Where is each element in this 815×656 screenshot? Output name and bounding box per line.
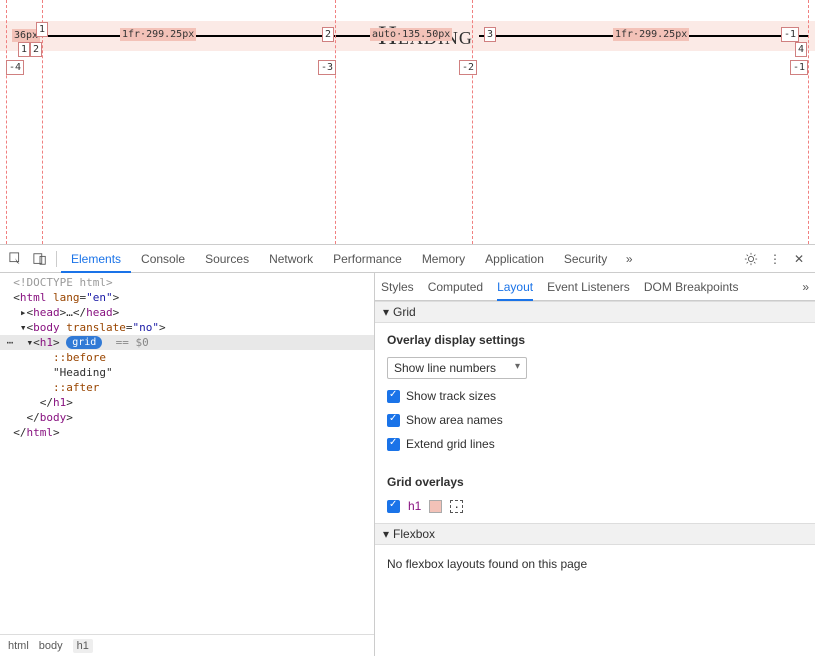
side-tab-styles[interactable]: Styles [381, 273, 414, 301]
breadcrumb-item[interactable]: h1 [73, 639, 93, 653]
dom-selected-row[interactable]: ⋯ ▾<h1> grid == $0 [0, 335, 374, 350]
checkbox-icon [387, 390, 400, 403]
devtools-tabstrip: Elements Console Sources Network Perform… [0, 245, 815, 273]
checkbox-show-area-names[interactable]: Show area names [387, 413, 803, 427]
grid-line-number: -4 [6, 60, 24, 75]
grid-badge[interactable]: grid [66, 336, 102, 349]
breadcrumb-item[interactable]: html [8, 640, 29, 652]
elements-side-pane: Styles Computed Layout Event Listeners D… [375, 273, 815, 656]
grid-line-number: -2 [459, 60, 477, 75]
dom-doctype: <!DOCTYPE html> [13, 276, 112, 289]
dom-tree[interactable]: <!DOCTYPE html> <html lang="en"> ▸<head>… [0, 273, 374, 634]
grid-line-number: 2 [30, 42, 42, 57]
grid-line-number: -1 [781, 27, 799, 42]
grid-line-number: 3 [484, 27, 496, 42]
grid-track-size: 1fr·299.25px [613, 28, 689, 41]
checkbox-icon [387, 438, 400, 451]
elements-dom-pane: <!DOCTYPE html> <html lang="en"> ▸<head>… [0, 273, 375, 656]
tab-performance[interactable]: Performance [323, 245, 412, 273]
flexbox-empty-message: No flexbox layouts found on this page [375, 545, 815, 583]
close-icon[interactable]: ✕ [787, 247, 811, 271]
side-tab-layout[interactable]: Layout [497, 273, 533, 301]
grid-line-number: -3 [318, 60, 336, 75]
inspect-icon[interactable] [4, 247, 28, 271]
breadcrumb-item[interactable]: body [39, 640, 63, 652]
grid-line [808, 0, 809, 244]
grid-line-number: 1 [18, 42, 30, 57]
tab-elements[interactable]: Elements [61, 245, 131, 273]
side-tab-dom-breakpoints[interactable]: DOM Breakpoints [644, 273, 739, 301]
flexbox-section-title: Flexbox [393, 527, 435, 541]
checkbox-icon[interactable] [387, 500, 400, 513]
grid-line-number: -1 [790, 60, 808, 75]
tab-sources[interactable]: Sources [195, 245, 259, 273]
checkbox-extend-grid-lines[interactable]: Extend grid lines [387, 437, 803, 451]
color-swatch[interactable] [429, 500, 442, 513]
devtools-panel: Elements Console Sources Network Perform… [0, 244, 815, 656]
grid-line [335, 0, 336, 244]
grid-overlays-title: Grid overlays [387, 475, 803, 489]
grid-track-size: 1fr·299.25px [120, 28, 196, 41]
grid-line [6, 0, 7, 244]
device-toolbar-icon[interactable] [28, 247, 52, 271]
more-tabs-icon[interactable]: » [617, 247, 641, 271]
page-viewport: Heading 36px 1fr·299.25px auto·135.50px … [0, 0, 815, 244]
grid-section-header[interactable]: ▾ Grid [375, 301, 815, 323]
grid-section-title: Grid [393, 305, 416, 319]
grid-line-number: 1 [36, 22, 48, 37]
grid-section-body: Overlay display settings Show line numbe… [375, 323, 815, 523]
reveal-element-icon[interactable] [450, 500, 463, 513]
breadcrumb: html body h1 [0, 634, 374, 656]
flexbox-section-header[interactable]: ▾ Flexbox [375, 523, 815, 545]
overlay-element-name[interactable]: h1 [408, 499, 421, 513]
grid-track-size: auto·135.50px [370, 28, 452, 41]
tab-security[interactable]: Security [554, 245, 617, 273]
grid-line-number: 2 [322, 27, 334, 42]
settings-icon[interactable] [739, 247, 763, 271]
triangle-down-icon: ▾ [383, 527, 389, 541]
tab-application[interactable]: Application [475, 245, 554, 273]
more-tabs-icon[interactable]: » [802, 280, 809, 294]
divider [56, 251, 57, 267]
line-numbers-select[interactable]: Show line numbers [387, 357, 527, 379]
grid-line-number: 4 [795, 42, 807, 57]
side-tabs: Styles Computed Layout Event Listeners D… [375, 273, 815, 301]
tab-memory[interactable]: Memory [412, 245, 475, 273]
tab-network[interactable]: Network [259, 245, 323, 273]
side-tab-event-listeners[interactable]: Event Listeners [547, 273, 630, 301]
overlay-settings-title: Overlay display settings [387, 333, 803, 347]
checkbox-show-track-sizes[interactable]: Show track sizes [387, 389, 803, 403]
checkbox-icon [387, 414, 400, 427]
side-tab-computed[interactable]: Computed [428, 273, 483, 301]
grid-overlay-item: h1 [387, 499, 803, 513]
kebab-menu-icon[interactable]: ⋮ [763, 247, 787, 271]
tab-console[interactable]: Console [131, 245, 195, 273]
triangle-down-icon: ▾ [383, 305, 389, 319]
dom-tag: html [20, 291, 47, 304]
grid-line [472, 0, 473, 244]
